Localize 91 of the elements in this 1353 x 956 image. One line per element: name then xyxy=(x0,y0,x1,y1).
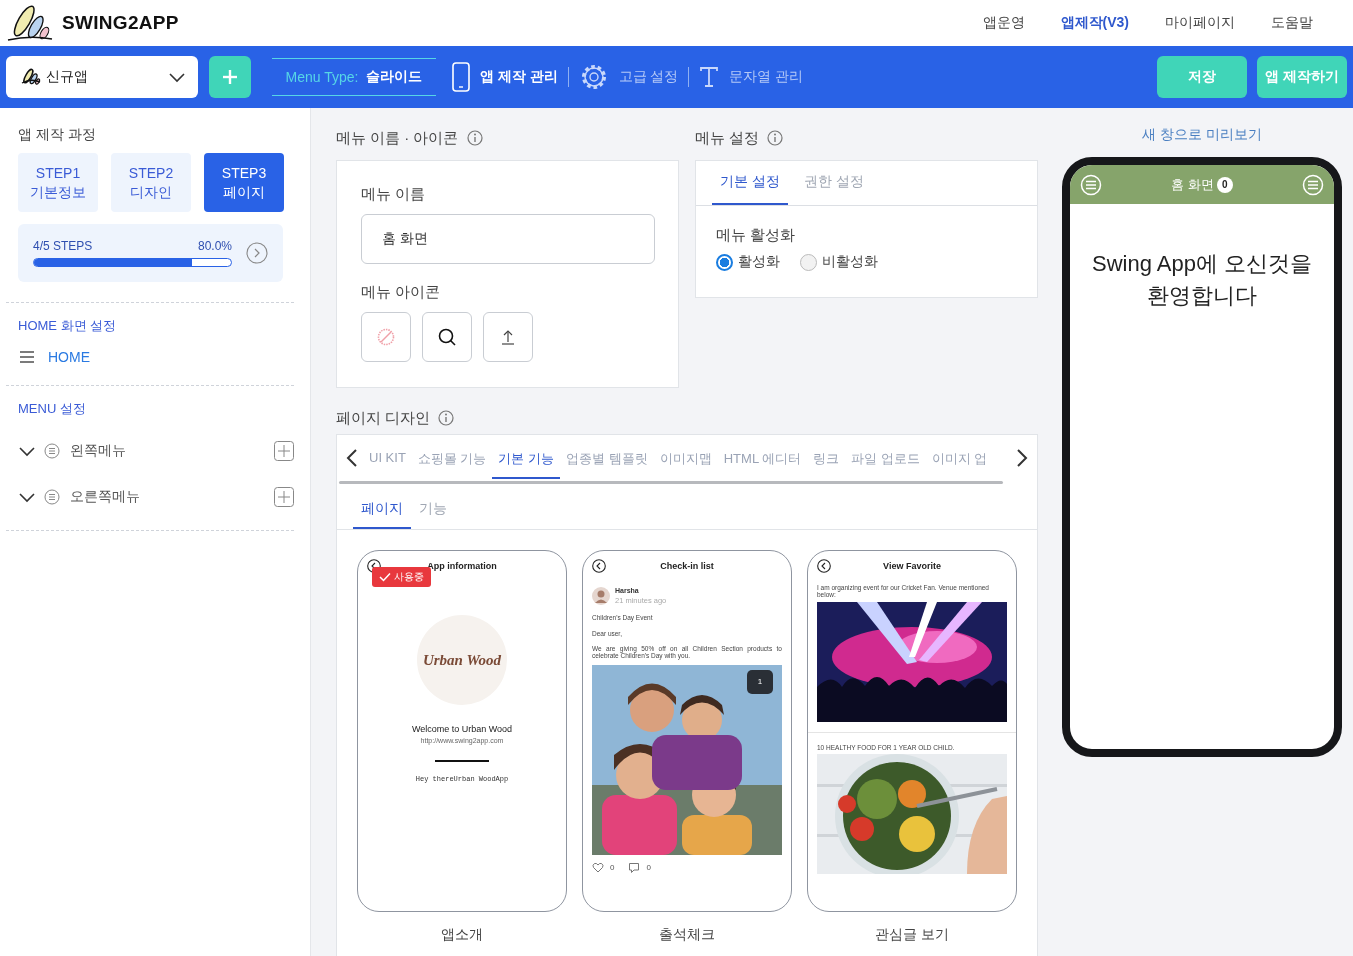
category-tab[interactable]: 쇼핑몰 기능 xyxy=(411,437,493,479)
menu-type-value[interactable]: 슬라이드 xyxy=(366,68,423,86)
toolbar-link[interactable]: 앱 제작 관리 xyxy=(442,62,568,92)
step-button[interactable]: STEP2 디자인 xyxy=(111,153,191,212)
welcome-text: Welcome to Urban Wood xyxy=(410,724,514,734)
scroll-right-icon[interactable] xyxy=(1015,448,1029,468)
category-tab[interactable]: 링크 xyxy=(807,437,846,479)
check-icon xyxy=(379,572,391,582)
category-tab[interactable]: 업종별 템플릿 xyxy=(560,437,654,479)
list-icon xyxy=(44,443,60,459)
radio-label[interactable]: 비활성화 xyxy=(822,253,878,271)
text-icon xyxy=(699,66,720,88)
section-title: MENU 설정 xyxy=(17,400,87,418)
icon-option[interactable] xyxy=(483,312,533,362)
status-badge: 사용중 xyxy=(372,567,431,587)
toolbar-link[interactable]: 문자열 관리 xyxy=(689,66,814,88)
screen-title: 홈 화면 xyxy=(1171,175,1214,194)
phone-icon xyxy=(452,62,470,92)
nav-link[interactable]: 앱운영 xyxy=(982,14,1025,32)
radio-button[interactable] xyxy=(716,253,733,271)
welcome-text: Swing App에 오신것을 환영합니다 xyxy=(1090,250,1314,310)
info-icon xyxy=(767,130,784,146)
count-badge: 0 xyxy=(1216,176,1233,193)
search-icon xyxy=(438,328,456,346)
category-tab[interactable]: 기본 기능 xyxy=(492,437,561,479)
menu-type-label: Menu Type: xyxy=(285,69,359,85)
upload-icon xyxy=(499,328,517,346)
section-title: HOME 화면 설정 xyxy=(17,317,118,335)
comment-icon xyxy=(628,861,641,874)
info-icon xyxy=(438,410,455,426)
add-icon[interactable] xyxy=(274,487,294,507)
menu-item[interactable]: 오른쪽메뉴 xyxy=(70,488,140,506)
category-tab[interactable]: UI KIT xyxy=(363,437,412,479)
nav-link[interactable]: 마이페이지 xyxy=(1165,14,1235,32)
screen-title: View Favorite xyxy=(882,560,942,571)
progress-label: 4/5 STEPS xyxy=(33,239,93,253)
section-title: 페이지 디자인 xyxy=(336,408,431,428)
name-field[interactable]: 홈 화면 xyxy=(361,214,655,264)
category-tab[interactable]: 파일 업로드 xyxy=(845,437,926,479)
like-count: 0 xyxy=(610,863,615,873)
field-label: 메뉴 이름 xyxy=(361,185,427,204)
logo-icon xyxy=(6,3,54,43)
logo-icon xyxy=(20,68,42,86)
photo-count: 1 xyxy=(747,669,773,694)
plus-icon xyxy=(222,69,238,85)
section-title: 메뉴 이름 · 아이콘 xyxy=(336,128,459,148)
category-tab[interactable]: 이미지 업 xyxy=(925,437,994,479)
template-name: 앱소개 xyxy=(440,926,484,944)
no-icon xyxy=(377,328,395,346)
scroll-left-icon[interactable] xyxy=(345,448,359,468)
info-icon xyxy=(466,130,483,146)
back-icon xyxy=(592,558,606,573)
avatar-icon xyxy=(592,587,610,605)
back-icon xyxy=(817,558,831,573)
icon-option[interactable] xyxy=(422,312,472,362)
screen-title: Check-in list xyxy=(659,560,715,571)
tab[interactable]: 기본 설정 xyxy=(712,161,788,205)
preview-link[interactable]: 새 창으로 미리보기 xyxy=(1142,126,1262,148)
list-icon xyxy=(44,489,60,505)
category-tab[interactable]: HTML 에디터 xyxy=(717,437,808,479)
menu-icon[interactable] xyxy=(1302,173,1324,196)
logo-text: Urban Wood xyxy=(422,651,502,669)
field-label: 메뉴 활성화 xyxy=(716,226,797,245)
add-icon[interactable] xyxy=(274,441,294,461)
heart-icon xyxy=(592,862,604,874)
nav-link[interactable]: 도움말 xyxy=(1271,14,1313,32)
app-name: 신규앱 xyxy=(46,68,89,86)
template-name: 출석체크 xyxy=(658,926,716,944)
field-label: 메뉴 아이콘 xyxy=(361,283,442,302)
app-select[interactable]: 신규앱 xyxy=(6,56,198,98)
brand-name: SWING2APP xyxy=(62,12,179,34)
nav-link[interactable]: 앱제작(V3) xyxy=(1060,14,1129,32)
comment-count: 0 xyxy=(646,863,651,873)
scrollbar[interactable] xyxy=(339,481,1003,484)
category-tab[interactable]: 이미지맵 xyxy=(653,437,718,479)
menu-icon xyxy=(20,351,34,363)
tab[interactable]: 페이지 xyxy=(353,484,411,529)
radio-label[interactable]: 활성화 xyxy=(738,253,780,271)
toolbar-link[interactable]: 고급 설정 xyxy=(568,62,689,92)
next-icon[interactable] xyxy=(246,242,268,264)
step-button[interactable]: STEP1 기본정보 xyxy=(18,153,98,212)
section-title: 메뉴 설정 xyxy=(695,128,760,148)
home-menu-item[interactable]: HOME xyxy=(48,349,90,365)
radio-button[interactable] xyxy=(800,253,817,271)
template-name: 관심글 보기 xyxy=(874,926,950,944)
menu-icon[interactable] xyxy=(1080,173,1102,196)
step-button[interactable]: STEP3 페이지 xyxy=(204,153,284,212)
add-button[interactable] xyxy=(209,56,251,98)
section-title: 앱 제작 과정 xyxy=(17,126,97,144)
menu-item[interactable]: 왼쪽메뉴 xyxy=(70,442,126,460)
progress-reading: 80.0% xyxy=(197,239,232,253)
